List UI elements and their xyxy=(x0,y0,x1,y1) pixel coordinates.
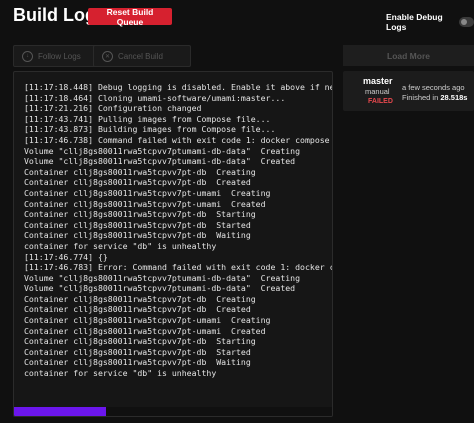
log-line: Volume "cllj8gs80011rwa5tcpvv7ptumami-db… xyxy=(24,156,296,167)
log-line: Container cllj8gs80011rwa5tcpvv7pt-umami… xyxy=(24,315,271,326)
debug-logs-toggle-group: Enable Debug Logs xyxy=(386,12,474,32)
log-output: [11:17:18.448] Debug logging is disabled… xyxy=(24,82,332,379)
log-line: container for service "db" is unhealthy xyxy=(24,240,217,251)
log-line: Container cllj8gs80011rwa5tcpvv7pt-db Cr… xyxy=(24,293,256,304)
log-line: Container cllj8gs80011rwa5tcpvv7pt-db Cr… xyxy=(24,304,251,315)
cancel-build-button[interactable]: ✕ Cancel Build xyxy=(93,45,191,67)
log-line: Container cllj8gs80011rwa5tcpvv7pt-umami… xyxy=(24,198,266,209)
build-progress-fill xyxy=(14,407,107,416)
load-more-button[interactable]: Load More xyxy=(343,45,474,66)
log-line: Container cllj8gs80011rwa5tcpvv7pt-db St… xyxy=(24,219,251,230)
log-line: [11:17:46.774] {} xyxy=(24,251,108,262)
build-progress-bar xyxy=(14,407,332,416)
log-line: Container cllj8gs80011rwa5tcpvv7pt-db St… xyxy=(24,336,256,347)
log-line: [11:17:46.783] Error: Command failed wit… xyxy=(24,262,332,273)
page-header: Build Logs Reset Build Queue Enable Debu… xyxy=(0,0,474,38)
debug-logs-label: Enable Debug Logs xyxy=(386,12,443,32)
build-finished-prefix: Finished in xyxy=(402,93,441,102)
log-line: Volume "cllj8gs80011rwa5tcpvv7ptumami-db… xyxy=(24,283,296,294)
log-line: Container cllj8gs80011rwa5tcpvv7pt-db Cr… xyxy=(24,177,251,188)
log-line: Container cllj8gs80011rwa5tcpvv7pt-umami… xyxy=(24,325,266,336)
log-line: Container cllj8gs80011rwa5tcpvv7pt-db Cr… xyxy=(24,166,256,177)
log-line: container for service "db" is unhealthy xyxy=(24,368,217,379)
log-line: [11:17:18.448] Debug logging is disabled… xyxy=(24,82,332,92)
build-type: manual xyxy=(365,87,390,96)
log-line: [11:17:43.873] Building images from Comp… xyxy=(24,124,276,135)
log-line: [11:17:18.464] Cloning umami-software/um… xyxy=(24,92,286,103)
build-branch: master xyxy=(363,76,393,86)
build-status-badge: FAILED xyxy=(368,98,393,105)
arrow-down-icon: ↓ xyxy=(22,50,33,62)
log-line: Volume "cllj8gs80011rwa5tcpvv7ptumami-db… xyxy=(24,145,301,156)
reset-build-queue-button[interactable]: Reset Build Queue xyxy=(88,7,172,27)
build-duration: 28.518s xyxy=(440,93,468,102)
log-line: Container cllj8gs80011rwa5tcpvv7pt-db St… xyxy=(24,209,256,220)
follow-logs-label: Follow Logs xyxy=(38,51,81,61)
log-line: [11:17:46.738] Command failed with exit … xyxy=(24,134,330,145)
log-line: [11:17:43.741] Pulling images from Compo… xyxy=(24,113,271,124)
build-finished-text: Finished in 28.518s xyxy=(402,93,467,102)
cancel-build-label: Cancel Build xyxy=(118,51,163,61)
log-line: Container cllj8gs80011rwa5tcpvv7pt-umami… xyxy=(24,187,271,198)
build-log-panel[interactable]: [11:17:18.448] Debug logging is disabled… xyxy=(13,71,333,417)
build-history-item[interactable]: master manual FAILED a few seconds ago F… xyxy=(343,71,474,111)
log-line: Container cllj8gs80011rwa5tcpvv7pt-db St… xyxy=(24,346,251,357)
follow-logs-button[interactable]: ↓ Follow Logs xyxy=(13,45,105,67)
log-line: [11:17:21.216] Configuration changed xyxy=(24,103,202,114)
log-line: Container cllj8gs80011rwa5tcpvv7pt-db Wa… xyxy=(24,357,251,368)
toggle-knob xyxy=(460,19,467,25)
debug-logs-toggle[interactable] xyxy=(458,17,474,27)
build-time-ago: a few seconds ago xyxy=(402,83,465,92)
log-line: Volume "cllj8gs80011rwa5tcpvv7ptumami-db… xyxy=(24,272,301,283)
log-line: Container cllj8gs80011rwa5tcpvv7pt-db Wa… xyxy=(24,230,251,241)
close-icon: ✕ xyxy=(102,50,113,62)
